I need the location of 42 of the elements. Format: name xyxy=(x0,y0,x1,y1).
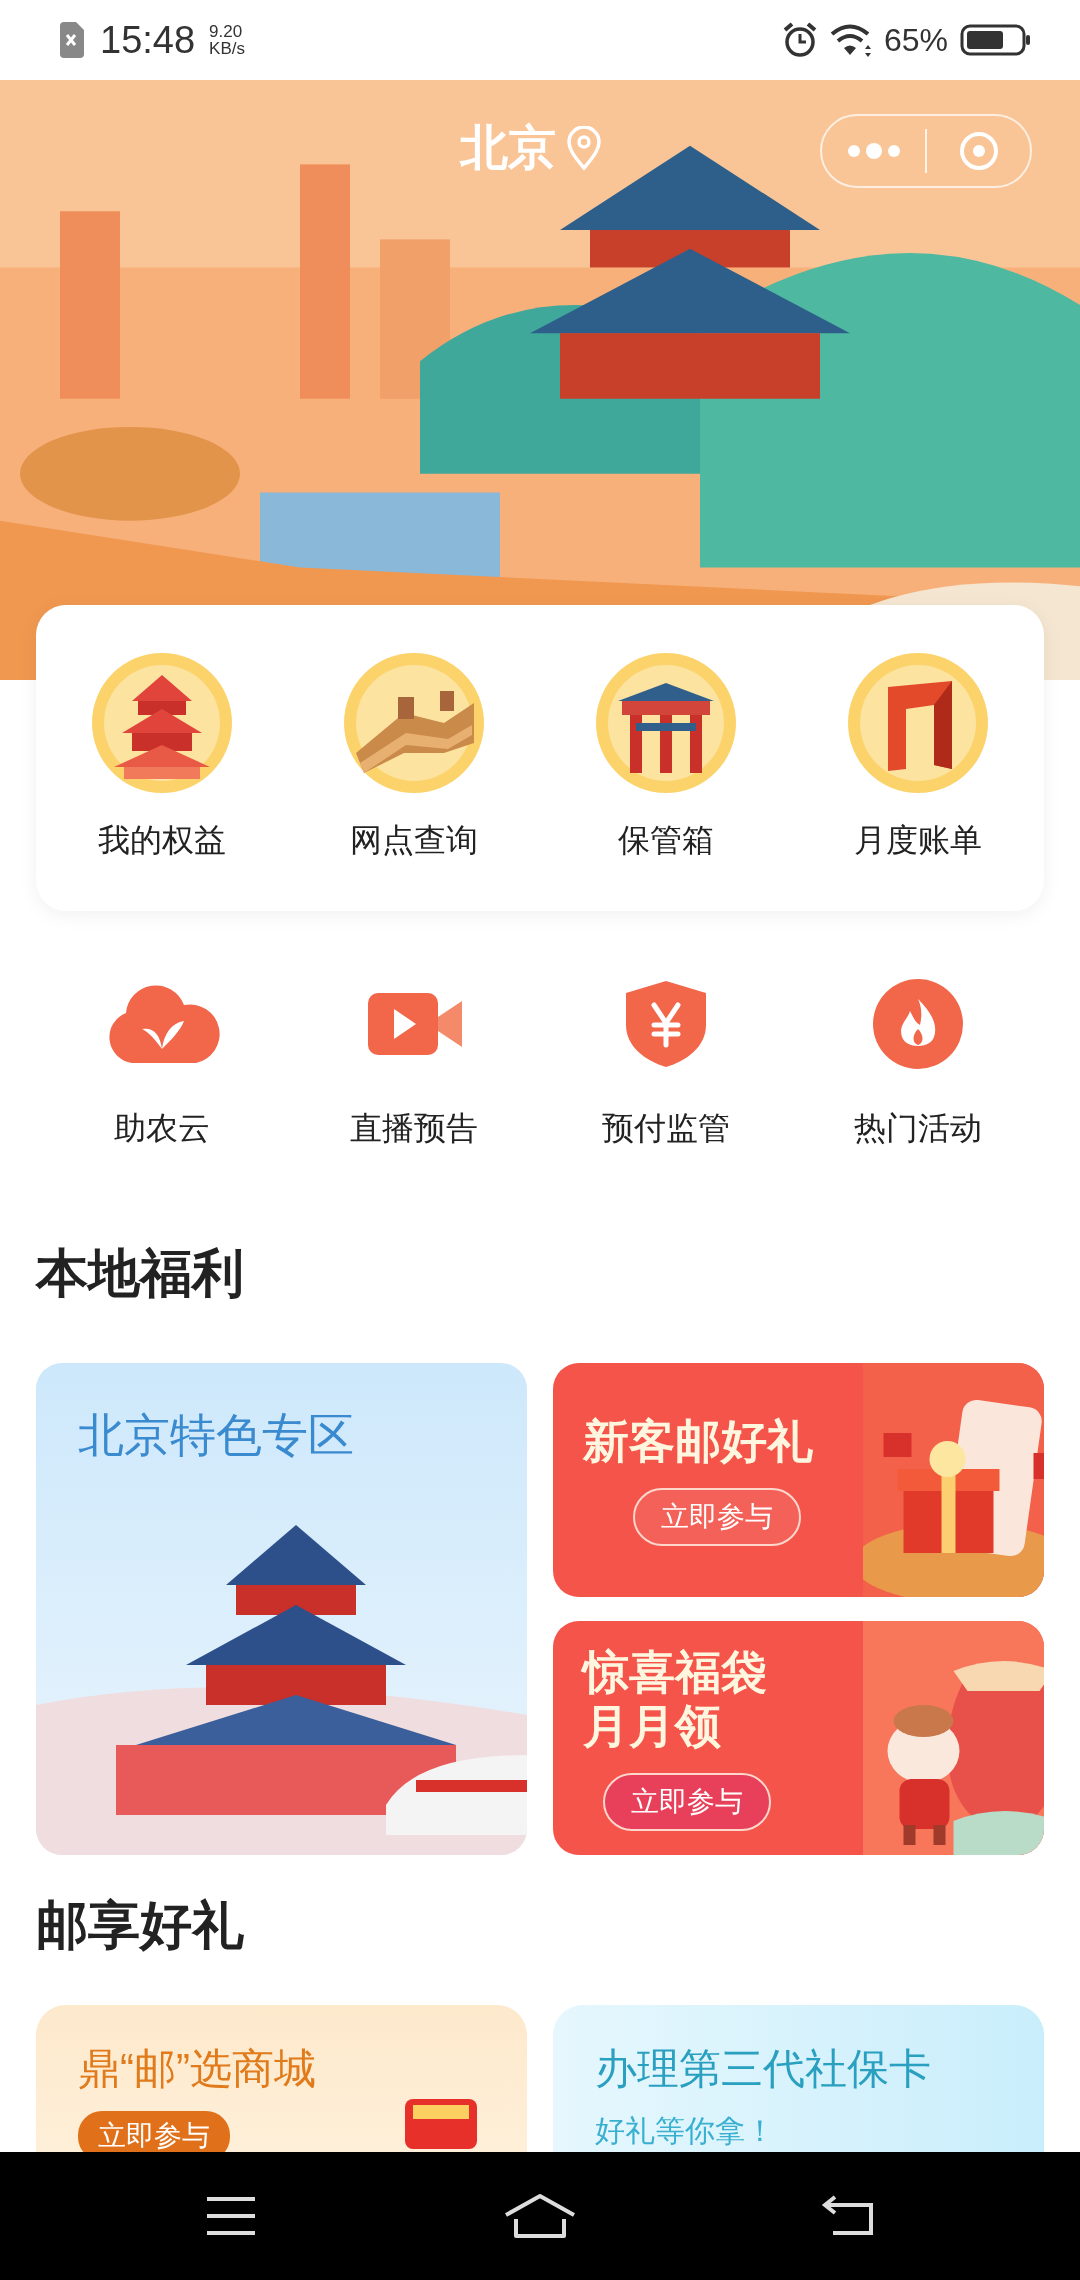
service-item[interactable]: 直播预告 xyxy=(288,979,540,1151)
home-icon xyxy=(504,2193,576,2239)
promo-title: 月月领 xyxy=(583,1699,722,1753)
feature-title: 北京特色专区 xyxy=(78,1408,354,1463)
promo-banner[interactable]: 新客邮好礼 立即参与 xyxy=(553,1363,1044,1597)
speed-unit: KB/s xyxy=(209,40,245,57)
home-button[interactable] xyxy=(504,2193,576,2239)
battery-icon xyxy=(960,24,1032,56)
network-speed: 9.20 xyxy=(209,23,244,40)
target-icon xyxy=(957,130,1000,172)
service-item[interactable]: 助农云 xyxy=(36,979,288,1151)
gate-icon xyxy=(596,653,736,793)
promo-title: 惊喜福袋 xyxy=(583,1645,768,1699)
wall-icon xyxy=(344,653,484,793)
service-item[interactable]: 预付监管 xyxy=(540,979,792,1151)
promo-title: 鼎“邮”选商城 xyxy=(78,2044,317,2094)
more-icon xyxy=(845,143,902,159)
clock-time: 15:48 xyxy=(100,18,196,62)
service-item[interactable]: 热门活动 xyxy=(792,979,1044,1151)
battery-percent: 65% xyxy=(883,21,948,59)
quick-access-item[interactable]: 网点查询 xyxy=(288,653,540,863)
sim-card-icon xyxy=(58,22,84,58)
location-pin-icon xyxy=(566,126,602,170)
join-button[interactable]: 立即参与 xyxy=(603,1773,771,1831)
promo-title: 办理第三代社保卡 xyxy=(595,2044,932,2094)
section-title: 本地福利 xyxy=(36,1243,245,1303)
temple-icon xyxy=(92,653,232,793)
quick-access-item[interactable]: 我的权益 xyxy=(36,653,288,863)
arch-icon xyxy=(848,653,988,793)
promo-subtitle: 好礼等你拿！ xyxy=(595,2113,776,2149)
section-title: 邮享好礼 xyxy=(36,1895,245,1955)
promo-card[interactable]: 鼎“邮”选商城 立即参与 xyxy=(36,2005,527,2152)
feature-card[interactable]: 北京特色专区 xyxy=(36,1363,527,1855)
join-button[interactable]: 立即参与 xyxy=(78,2111,230,2152)
alarm-clock-icon xyxy=(781,22,818,58)
promo-banner[interactable]: 惊喜福袋 月月领 立即参与 xyxy=(553,1621,1044,1855)
quick-access-item[interactable]: 月度账单 xyxy=(792,653,1044,863)
quick-access-item[interactable]: 保管箱 xyxy=(540,653,792,863)
wifi-icon xyxy=(829,23,874,57)
promo-card[interactable]: 办理第三代社保卡 好礼等你拿！ xyxy=(553,2005,1044,2152)
join-button[interactable]: 立即参与 xyxy=(633,1488,801,1546)
promo-title: 新客邮好礼 xyxy=(583,1414,814,1468)
